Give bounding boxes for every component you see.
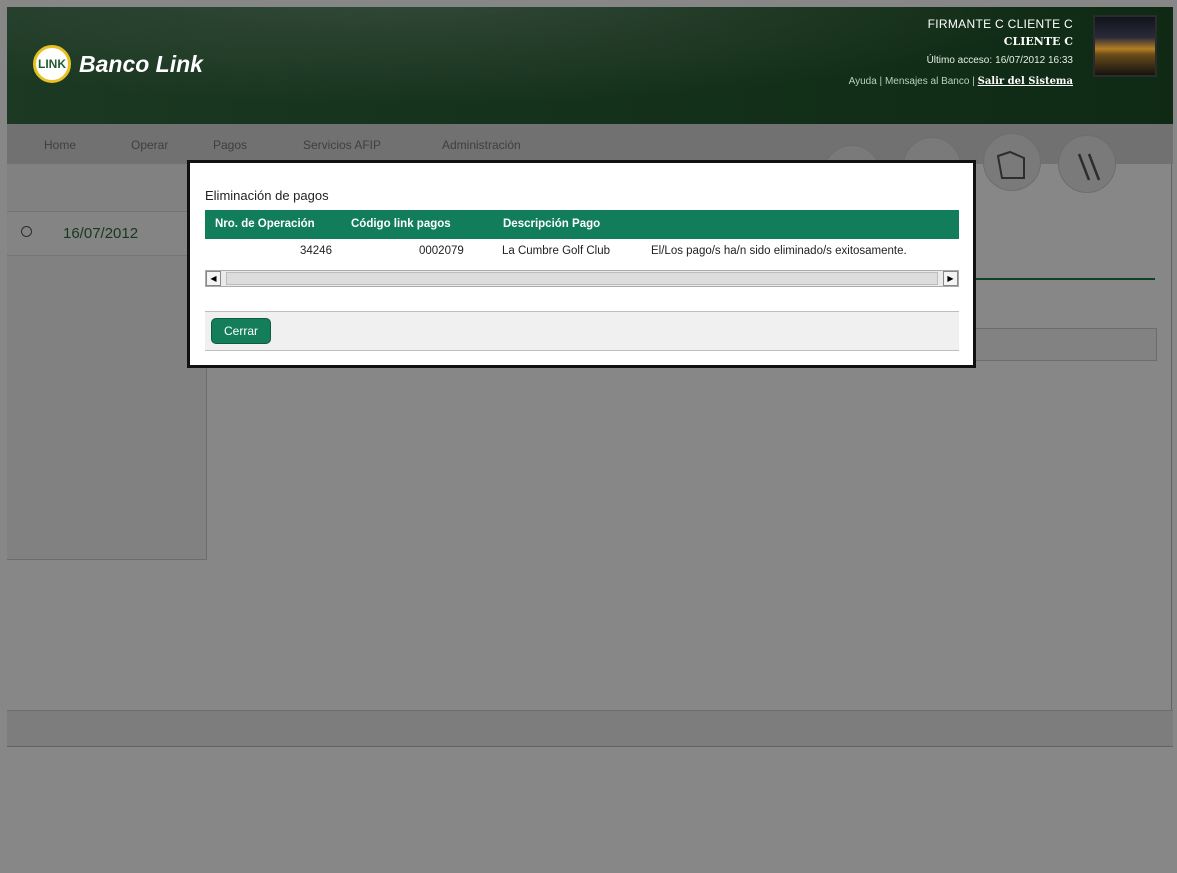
cell-result: El/Los pago/s ha/n sido eliminado/s exit…: [651, 245, 907, 257]
user-name: FIRMANTE C CLIENTE C: [927, 17, 1073, 31]
delete-payments-dialog: Eliminación de pagos Nro. de Operación C…: [187, 160, 976, 368]
logout-link[interactable]: Salir del Sistema: [978, 76, 1073, 87]
payments-table: Nro. de Operación Código link pagos Desc…: [205, 210, 959, 268]
cell-description: La Cumbre Golf Club: [502, 245, 611, 257]
horizontal-scrollbar[interactable]: ◀ ▶: [205, 270, 959, 287]
client-name: CLIENTE C: [1003, 35, 1073, 48]
help-link[interactable]: Ayuda: [849, 76, 877, 87]
column-header-description: Descripción Pago: [503, 218, 601, 230]
user-avatar: [1093, 15, 1157, 77]
close-button[interactable]: Cerrar: [211, 318, 272, 344]
modal-overlay: [0, 0, 1177, 873]
last-access-label: Último acceso:: [926, 55, 993, 66]
table-header: Nro. de Operación Código link pagos Desc…: [205, 210, 959, 239]
scroll-right-icon[interactable]: ▶: [943, 271, 958, 286]
dialog-actions: Cerrar: [205, 311, 959, 351]
scroll-left-icon[interactable]: ◀: [206, 271, 221, 286]
link-separator: |: [972, 76, 975, 87]
column-header-code: Código link pagos: [351, 218, 451, 230]
bank-name: Banco Link: [79, 50, 203, 77]
messages-link[interactable]: Mensajes al Banco: [885, 76, 970, 87]
last-access-value: 16/07/2012 16:33: [995, 55, 1073, 66]
dialog-title: Eliminación de pagos: [205, 188, 329, 203]
cell-operation: 34246: [300, 245, 332, 257]
link-logo-icon: LINK: [33, 45, 71, 83]
user-info: FIRMANTE C CLIENTE C CLIENTE C Último ac…: [849, 17, 1073, 87]
column-header-operation: Nro. de Operación: [215, 218, 315, 230]
cell-code: 0002079: [419, 245, 464, 257]
header-links: Ayuda | Mensajes al Banco | Salir del Si…: [849, 76, 1073, 87]
table-row: 34246 0002079 La Cumbre Golf Club El/Los…: [205, 239, 959, 268]
link-separator: |: [879, 76, 883, 87]
last-access: Último acceso: 16/07/2012 16:33: [849, 55, 1073, 66]
scroll-thumb[interactable]: [226, 272, 938, 285]
bank-logo[interactable]: LINK Banco Link: [33, 45, 203, 83]
